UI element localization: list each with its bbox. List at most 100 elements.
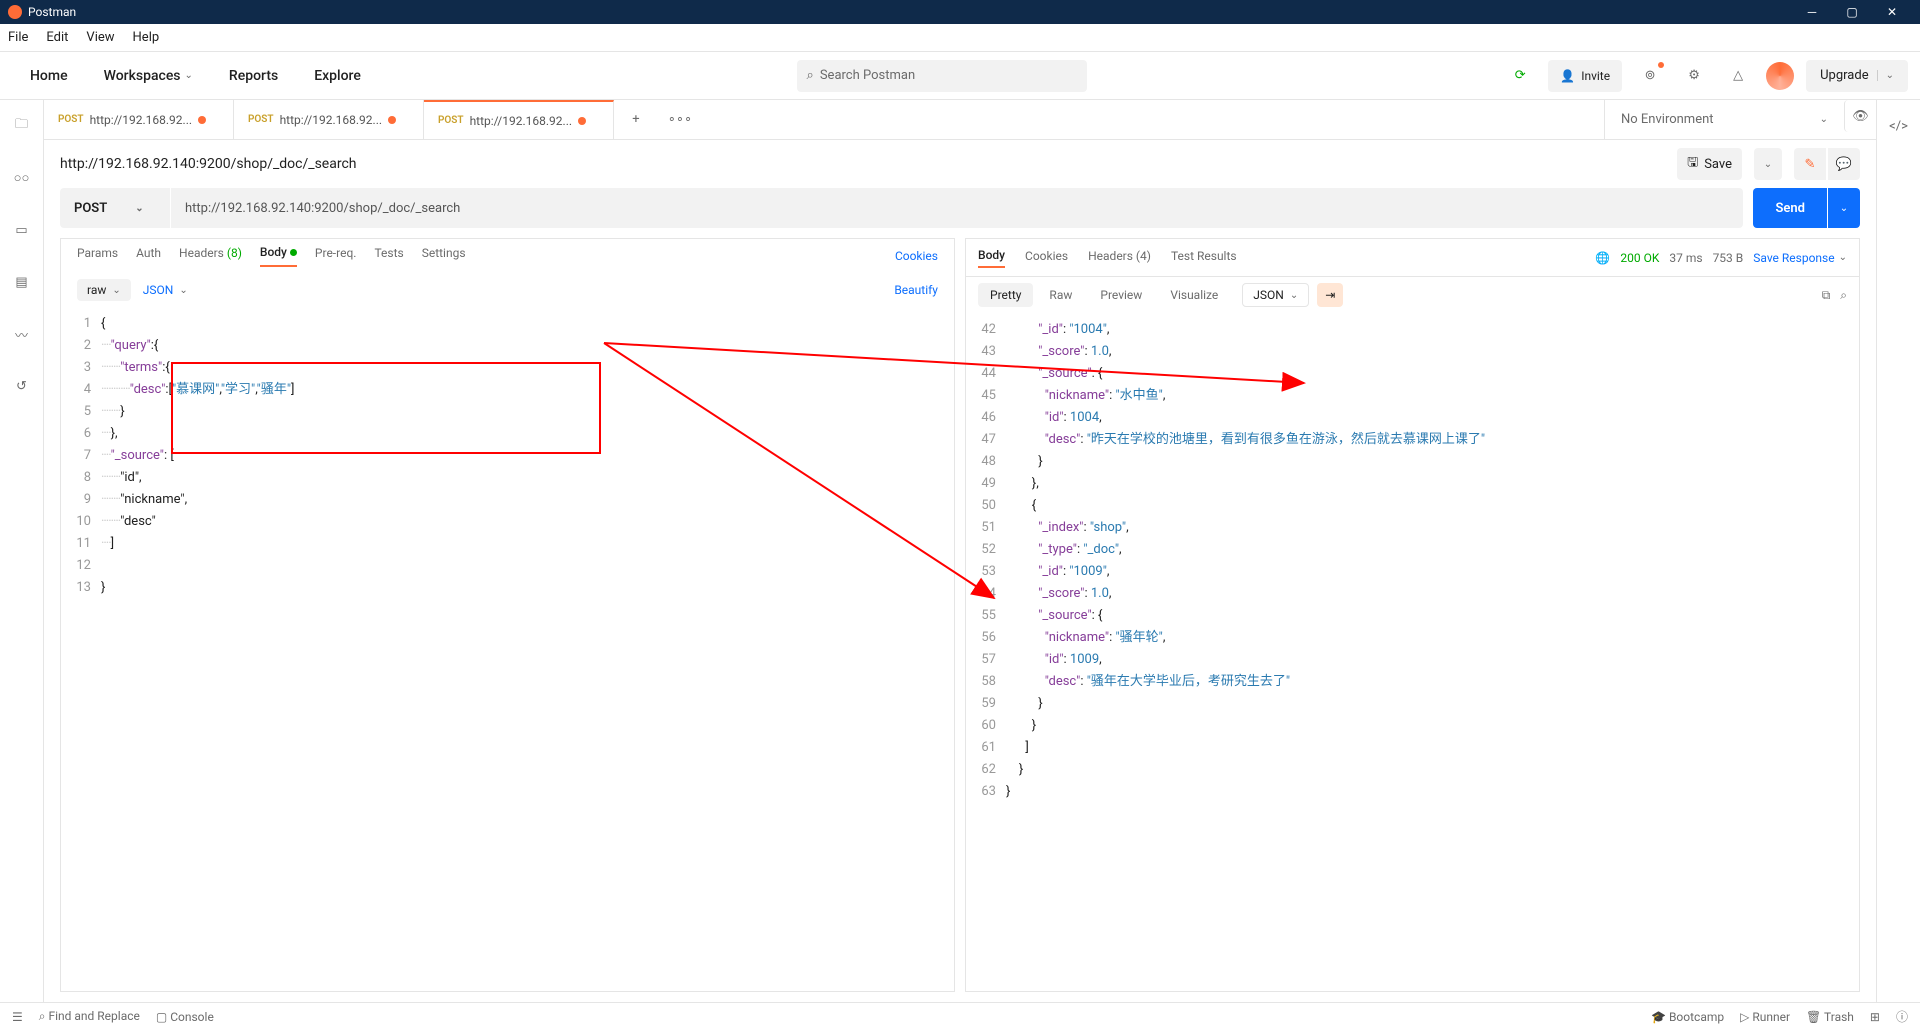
avatar[interactable]	[1766, 62, 1794, 90]
bootcamp[interactable]: 🎓 Bootcamp	[1651, 1010, 1724, 1024]
request-header: http://192.168.92.140:9200/shop/_doc/_se…	[44, 140, 1876, 188]
close-button[interactable]: ✕	[1872, 5, 1912, 19]
collections-icon[interactable]: 🗀	[6, 110, 38, 142]
history-icon[interactable]: ↺	[6, 370, 38, 402]
env-preview-icon[interactable]: 👁	[1844, 100, 1876, 132]
maximize-button[interactable]: ▢	[1832, 5, 1872, 19]
nav-explore[interactable]: Explore	[296, 68, 379, 84]
mock-icon[interactable]: ▤	[6, 266, 38, 298]
menu-view[interactable]: View	[86, 30, 114, 45]
app-name: Postman	[28, 5, 76, 19]
minimize-button[interactable]: ─	[1792, 5, 1832, 19]
resp-lang-select[interactable]: JSON⌄	[1242, 283, 1309, 307]
globe-icon[interactable]: 🌐	[1595, 251, 1610, 265]
nav-workspaces[interactable]: Workspaces⌄	[86, 68, 211, 84]
settings-icon[interactable]: ⚙	[1678, 60, 1710, 92]
left-rail: 🗀 ○○ ▭ ▤ 〰 ↺	[0, 100, 44, 1002]
environments-icon[interactable]: ▭	[6, 214, 38, 246]
app-icon	[8, 5, 22, 19]
new-tab-button[interactable]: +	[614, 100, 658, 139]
url-input[interactable]: http://192.168.92.140:9200/shop/_doc/_se…	[171, 188, 1743, 228]
tab-params[interactable]: Params	[77, 246, 118, 266]
cookies-link[interactable]: Cookies	[895, 249, 938, 263]
status-code: 200 OK	[1620, 251, 1659, 265]
status-time: 37 ms	[1669, 251, 1702, 265]
response-body-viewer[interactable]: 4243444546474849505152535455565758596061…	[966, 313, 1859, 991]
method-select[interactable]: POST⌄	[60, 188, 170, 228]
wrap-lines-icon[interactable]: ⇥	[1317, 283, 1343, 307]
request-section-tabs: Params Auth Headers (8) Body Pre-req. Te…	[61, 239, 954, 273]
view-raw[interactable]: Raw	[1037, 283, 1084, 307]
copy-icon[interactable]: ⧉	[1822, 288, 1831, 303]
tab-settings[interactable]: Settings	[422, 246, 466, 266]
request-body-pane: Params Auth Headers (8) Body Pre-req. Te…	[60, 238, 955, 992]
upgrade-button[interactable]: Upgrade ⌄	[1806, 60, 1908, 92]
request-body-editor[interactable]: 12345678910111213 { ····"query":{ ······…	[61, 307, 954, 991]
url-row: POST⌄ http://192.168.92.140:9200/shop/_d…	[44, 188, 1876, 238]
invite-button[interactable]: 👤 Invite	[1548, 60, 1622, 92]
search-placeholder: Search Postman	[820, 68, 915, 83]
save-button[interactable]: 🖫 Save	[1677, 148, 1742, 180]
resp-tab-body[interactable]: Body	[978, 248, 1005, 268]
resp-tab-results[interactable]: Test Results	[1171, 249, 1237, 267]
runner[interactable]: ▷ Runner	[1740, 1010, 1790, 1024]
comment-icon[interactable]: 💬	[1828, 148, 1860, 180]
request-title: http://192.168.92.140:9200/shop/_doc/_se…	[60, 156, 357, 172]
beautify-link[interactable]: Beautify	[894, 283, 938, 297]
response-pane: Body Cookies Headers (4) Test Results 🌐 …	[965, 238, 1860, 992]
tab-auth[interactable]: Auth	[136, 246, 161, 266]
search-resp-icon[interactable]: ⌕	[1840, 288, 1847, 303]
help-icon[interactable]: ⓘ	[1896, 1008, 1908, 1025]
resp-tab-headers[interactable]: Headers (4)	[1088, 249, 1151, 267]
status-size: 753 B	[1713, 251, 1744, 265]
tab-body[interactable]: Body	[260, 245, 297, 267]
view-preview[interactable]: Preview	[1088, 283, 1154, 307]
tab-headers[interactable]: Headers (8)	[179, 246, 242, 266]
view-visualize[interactable]: Visualize	[1158, 283, 1230, 307]
console[interactable]: ▢ Console	[156, 1010, 214, 1024]
resp-tab-cookies[interactable]: Cookies	[1025, 249, 1068, 267]
monitors-icon[interactable]: 〰	[6, 318, 38, 350]
body-lang-select[interactable]: JSON⌄	[143, 283, 188, 297]
layout-icon[interactable]: ⊞	[1870, 1010, 1880, 1024]
nav-reports[interactable]: Reports	[211, 68, 296, 84]
notifications-icon[interactable]: △	[1722, 60, 1754, 92]
find-replace[interactable]: ⌕ Find and Replace	[39, 1009, 140, 1024]
unsaved-dot-icon	[198, 116, 206, 124]
edit-icon[interactable]: ✎	[1794, 148, 1826, 180]
menu-edit[interactable]: Edit	[46, 30, 68, 45]
request-tab[interactable]: POST http://192.168.92...	[424, 100, 614, 139]
tabs-row: POST http://192.168.92... POST http://19…	[44, 100, 1876, 140]
send-button[interactable]: Send	[1753, 188, 1827, 228]
save-response-link[interactable]: Save Response ⌄	[1753, 251, 1847, 265]
save-icon: 🖫	[1687, 153, 1698, 175]
view-pretty[interactable]: Pretty	[978, 283, 1033, 307]
menu-bar: File Edit View Help	[0, 24, 1920, 52]
search-input[interactable]: ⌕ Search Postman	[797, 60, 1087, 92]
sync-icon[interactable]: ⟳	[1504, 60, 1536, 92]
trash[interactable]: 🗑 Trash	[1806, 1010, 1854, 1024]
nav-home[interactable]: Home	[12, 68, 86, 84]
sidebar-toggle-icon[interactable]: ☰	[12, 1010, 23, 1024]
tab-options-button[interactable]: ∘∘∘	[658, 100, 702, 139]
tab-prereq[interactable]: Pre-req.	[315, 246, 357, 266]
right-rail: </>	[1876, 100, 1920, 1002]
title-bar: Postman ─ ▢ ✕	[0, 0, 1920, 24]
environment-select[interactable]: No Environment ⌄	[1604, 100, 1844, 139]
menu-file[interactable]: File	[8, 30, 28, 45]
menu-help[interactable]: Help	[133, 30, 160, 45]
send-dropdown[interactable]: ⌄	[1828, 188, 1860, 228]
request-tab[interactable]: POST http://192.168.92...	[44, 100, 234, 139]
search-icon: ⌕	[807, 68, 814, 83]
unsaved-dot-icon	[388, 116, 396, 124]
apis-icon[interactable]: ○○	[6, 162, 38, 194]
tab-tests[interactable]: Tests	[374, 246, 403, 266]
status-bar: ☰ ⌕ Find and Replace ▢ Console 🎓 Bootcam…	[0, 1002, 1920, 1030]
request-tab[interactable]: POST http://192.168.92...	[234, 100, 424, 139]
person-icon: 👤	[1560, 69, 1575, 83]
capture-icon[interactable]: ⊚	[1634, 60, 1666, 92]
code-icon[interactable]: </>	[1883, 110, 1915, 142]
body-type-select[interactable]: raw⌄	[77, 279, 131, 301]
top-nav: Home Workspaces⌄ Reports Explore ⌕ Searc…	[0, 52, 1920, 100]
save-dropdown[interactable]: ⌄	[1754, 148, 1782, 180]
